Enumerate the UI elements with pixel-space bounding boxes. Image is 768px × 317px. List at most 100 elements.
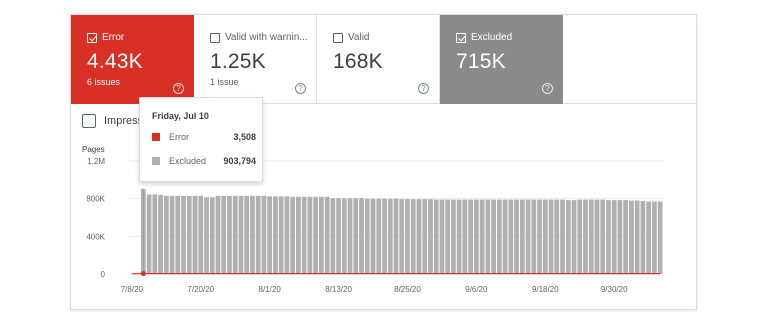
bar-excluded: [181, 195, 186, 274]
bar-excluded: [221, 195, 227, 274]
bar-excluded: [623, 200, 629, 274]
bar-excluded: [382, 198, 387, 274]
bar-excluded: [439, 199, 445, 274]
bar-excluded: [364, 198, 370, 274]
bar-excluded: [376, 198, 382, 274]
hover-point-error: [140, 271, 146, 277]
bar-excluded: [537, 199, 542, 274]
bar-excluded: [646, 201, 652, 274]
bar-excluded: [301, 196, 307, 274]
bar-excluded: [525, 199, 531, 274]
bar-excluded: [496, 199, 502, 274]
x-tick-label: 9/18/20: [532, 285, 559, 294]
x-tick-label: 7/20/20: [187, 285, 214, 294]
chart-tooltip: Friday, Jul 10 Error 3,508 Excluded 903,…: [139, 97, 263, 182]
bar-excluded: [405, 199, 410, 274]
bar-excluded: [548, 199, 554, 274]
bar-excluded: [542, 199, 548, 274]
bar-excluded: [416, 199, 422, 274]
tooltip-series-name: Error: [169, 132, 189, 142]
bar-excluded: [227, 195, 232, 274]
bar-excluded: [186, 195, 192, 274]
bar-excluded: [175, 195, 181, 274]
bar-excluded: [238, 195, 244, 274]
bar-excluded: [290, 196, 296, 274]
bar-excluded: [353, 198, 359, 274]
bar-excluded: [163, 195, 169, 274]
bar-excluded: [307, 196, 313, 274]
bar-excluded: [588, 199, 594, 274]
bar-excluded: [146, 194, 152, 274]
bar-excluded: [250, 195, 255, 274]
x-tick-label: 9/30/20: [601, 285, 628, 294]
x-tick-label: 8/13/20: [325, 285, 352, 294]
bar-excluded: [456, 199, 462, 274]
bar-excluded: [594, 199, 600, 274]
bar-excluded: [600, 199, 606, 274]
bar-excluded: [433, 199, 439, 274]
bar-excluded: [479, 199, 485, 274]
x-tick-label: 8/1/20: [259, 285, 282, 294]
tooltip-series-value: 903,794: [223, 156, 256, 166]
bar-excluded: [519, 199, 525, 274]
bar-excluded: [514, 199, 519, 274]
bar-excluded: [152, 194, 158, 274]
bar-excluded: [209, 197, 215, 274]
bar-excluded: [399, 199, 405, 274]
bar-excluded: [606, 200, 611, 274]
bar-excluded: [393, 198, 399, 274]
bar-excluded: [468, 199, 474, 274]
legend-swatch-error: [152, 133, 160, 141]
bar-excluded: [387, 198, 393, 274]
bar-excluded: [313, 196, 318, 274]
legend-swatch-excluded: [152, 157, 160, 165]
bar-excluded: [347, 198, 353, 274]
bar-excluded: [324, 196, 330, 274]
tooltip-series-name: Excluded: [169, 156, 207, 166]
bar-excluded: [370, 198, 376, 274]
bar-excluded: [652, 201, 657, 274]
bar-excluded: [428, 199, 433, 274]
bar-excluded: [359, 198, 364, 274]
bar-excluded: [192, 195, 198, 274]
bar-excluded: [657, 201, 663, 274]
bar-excluded: [273, 196, 278, 274]
bar-excluded: [502, 199, 508, 274]
bar-excluded: [571, 200, 577, 274]
bar-excluded: [583, 199, 588, 274]
bar-excluded: [198, 195, 204, 274]
bar-excluded: [611, 200, 617, 274]
bar-excluded: [531, 199, 537, 274]
bar-excluded: [474, 199, 479, 274]
y-tick-label: 400K: [86, 232, 105, 241]
bar-excluded: [451, 199, 456, 274]
bar-excluded: [485, 199, 491, 274]
bar-excluded: [267, 196, 273, 274]
bar-excluded: [341, 198, 347, 274]
bar-excluded: [445, 199, 451, 274]
tooltip-series-value: 3,508: [233, 132, 256, 142]
bar-excluded: [565, 200, 571, 274]
bar-excluded: [261, 195, 267, 274]
tooltip-date: Friday, Jul 10: [152, 111, 209, 121]
bar-excluded: [577, 199, 583, 274]
bar-excluded: [336, 198, 341, 274]
x-tick-label: 9/6/20: [465, 285, 488, 294]
bar-excluded: [232, 195, 238, 274]
bar-excluded: [508, 199, 514, 274]
bar-excluded: [491, 199, 496, 274]
y-tick-label: 1.2M: [87, 157, 105, 166]
index-coverage-card: Error 4.43K 6 issues ? Valid with warnin…: [70, 14, 697, 310]
bar-excluded: [296, 196, 301, 274]
bar-excluded: [278, 196, 284, 274]
bar-excluded: [410, 199, 416, 274]
bar-excluded: [640, 201, 646, 274]
bar-excluded: [330, 198, 336, 274]
x-tick-label: 8/25/20: [394, 285, 421, 294]
bar-excluded: [629, 200, 634, 274]
bar-excluded: [554, 199, 560, 274]
y-tick-label: 0: [101, 270, 106, 279]
bar-excluded: [244, 195, 250, 274]
bar-excluded: [617, 200, 623, 274]
bar-excluded: [462, 199, 468, 274]
